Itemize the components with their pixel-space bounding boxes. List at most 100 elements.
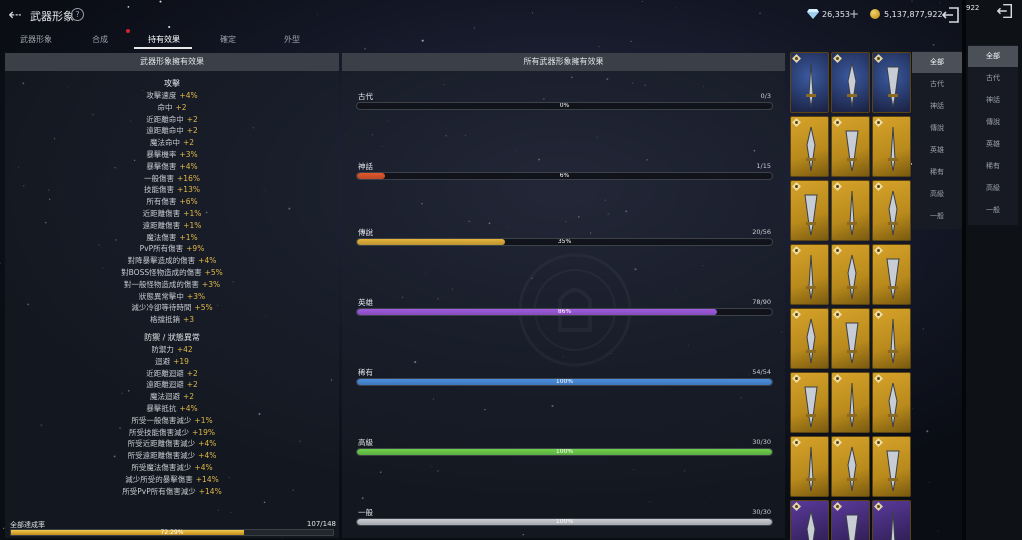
tab-appearance[interactable]: 外型 (262, 34, 322, 45)
filter-item[interactable]: 稀有 (968, 156, 1018, 177)
stat-row: 命中 +2 (5, 102, 339, 114)
weapon-cell[interactable] (831, 244, 870, 305)
weapon-cell[interactable] (790, 372, 829, 433)
grade-percent: 0% (559, 102, 570, 109)
stat-name: 減少冷卻等待時間 (131, 303, 192, 313)
grade-percent: 100% (555, 448, 574, 455)
filter-item[interactable]: 一般 (968, 200, 1018, 221)
stat-row: 防禦力 +42 (5, 344, 339, 356)
weapon-cell[interactable] (790, 116, 829, 177)
stat-value: +2 (182, 392, 195, 402)
stat-value: +1% (183, 220, 202, 230)
diamond-balance: 26,353 (822, 10, 850, 19)
back-arrow-icon[interactable]: ⇠ (4, 5, 26, 25)
stat-row: 暴擊抵抗 +4% (5, 403, 339, 415)
grade-name: 神話 (358, 162, 373, 171)
grade-progress: 古代 0/3 0% (356, 91, 773, 113)
filter-item[interactable]: 傳說 (968, 112, 1018, 133)
stat-name: 所受遠距離傷害減少 (127, 451, 196, 461)
stat-row: 一般傷害 +16% (5, 173, 339, 185)
weapon-cell[interactable] (831, 116, 870, 177)
top-bar: ⇠ 武器形象 ? 26,353 + 5,137,877,922 922 (0, 0, 1022, 30)
weapon-icon (804, 386, 818, 428)
weapon-grid[interactable] (789, 51, 912, 540)
weapon-icon (888, 318, 898, 364)
stat-list[interactable]: 攻擊 攻擊速度 +4% 命中 +2 近距離命中 +2 遠距離命中 +2 魔法命中 +2 暴擊機率 +3%… (5, 78, 339, 533)
total-completion: 全部達成率 107/148 72.29% (5, 519, 339, 538)
stat-row: 對降暴擊造成的傷害 +4% (5, 255, 339, 267)
filter-item[interactable]: 稀有 (912, 162, 962, 183)
grade-count: 30/30 (752, 508, 771, 516)
exit-icon-secondary[interactable] (996, 2, 1014, 20)
exit-icon[interactable] (941, 5, 961, 25)
grade-name: 傳說 (358, 228, 373, 237)
filter-item[interactable]: 全部 (912, 52, 962, 73)
stat-name: 暴擊機率 (146, 149, 177, 159)
stat-value: +2 (182, 138, 195, 148)
weapon-icon (847, 254, 857, 300)
weapon-cell[interactable] (831, 372, 870, 433)
weapon-cell[interactable] (790, 52, 829, 113)
add-diamond-button[interactable]: + (849, 7, 859, 21)
weapon-cell[interactable] (872, 180, 911, 241)
stat-value: +2 (186, 114, 198, 124)
filter-item[interactable]: 全部 (968, 46, 1018, 67)
weapon-icon (888, 126, 898, 172)
weapon-icon (804, 194, 818, 236)
stat-value: +4% (179, 161, 198, 171)
help-icon[interactable]: ? (71, 8, 84, 21)
stat-name: 防禦力 (151, 344, 174, 354)
weapon-cell[interactable] (872, 116, 911, 177)
tab-synthesis[interactable]: 合成 (70, 34, 130, 45)
weapon-cell[interactable] (831, 500, 870, 540)
weapon-cell[interactable] (831, 308, 870, 369)
weapon-cell[interactable] (831, 180, 870, 241)
grade-name: 英雄 (358, 298, 373, 307)
stat-value: +3% (179, 149, 198, 159)
filter-item[interactable]: 傳說 (912, 118, 962, 139)
stat-row: 魔法傷害 +1% (5, 232, 339, 244)
filter-item[interactable]: 古代 (912, 74, 962, 95)
grade-name: 一般 (358, 508, 373, 517)
weapon-cell[interactable] (872, 244, 911, 305)
stat-value: +9% (186, 244, 205, 254)
filter-item[interactable]: 高級 (912, 184, 962, 205)
filter-item[interactable]: 英雄 (912, 140, 962, 161)
stat-row: 格擋抵銷 +3 (5, 314, 339, 326)
weapon-cell[interactable] (872, 308, 911, 369)
filter-item[interactable]: 一般 (912, 206, 962, 227)
stat-row: 對BOSS怪物造成的傷害 +5% (5, 267, 339, 279)
owned-effects-panel: 武器形象擁有效果 攻擊 攻擊速度 +4% 命中 +2 近距離命中 +2 遠距離命中 +2 魔法命中… (5, 53, 339, 538)
filter-item[interactable]: 英雄 (968, 134, 1018, 155)
stat-row: 狀態異常擊中 +3% (5, 291, 339, 303)
weapon-icon (806, 318, 816, 364)
filter-item[interactable]: 古代 (968, 68, 1018, 89)
tab-weapon-appearance[interactable]: 武器形象 (6, 34, 66, 45)
weapon-cell[interactable] (790, 180, 829, 241)
weapon-cell[interactable] (790, 308, 829, 369)
stat-name: 所有傷害 (146, 197, 177, 207)
weapon-cell[interactable] (790, 244, 829, 305)
filter-item[interactable]: 神話 (912, 96, 962, 117)
stat-name: 暴擊抵抗 (146, 403, 177, 413)
grade-percent: 6% (559, 172, 570, 179)
active-tab-indicator (134, 47, 192, 49)
weapon-cell[interactable] (872, 52, 911, 113)
weapon-cell[interactable] (790, 436, 829, 497)
filter-item[interactable]: 神話 (968, 90, 1018, 111)
tab-confirm[interactable]: 確定 (198, 34, 258, 45)
weapon-cell[interactable] (790, 500, 829, 540)
filter-item[interactable]: 高級 (968, 178, 1018, 199)
weapon-cell[interactable] (872, 372, 911, 433)
weapon-cell[interactable] (831, 436, 870, 497)
weapon-cell[interactable] (872, 500, 911, 540)
tab-owned-effects[interactable]: 持有效果 (134, 34, 194, 45)
weapon-cell[interactable] (831, 52, 870, 113)
weapon-cell[interactable] (872, 436, 911, 497)
weapon-icon (888, 382, 898, 428)
stat-name: 命中 (157, 102, 173, 112)
stat-name: 遠距離傷害 (142, 220, 181, 230)
stat-name: 遠距離迴避 (146, 380, 184, 390)
weapon-icon (888, 190, 898, 236)
stat-name: 格擋抵銷 (149, 315, 180, 325)
